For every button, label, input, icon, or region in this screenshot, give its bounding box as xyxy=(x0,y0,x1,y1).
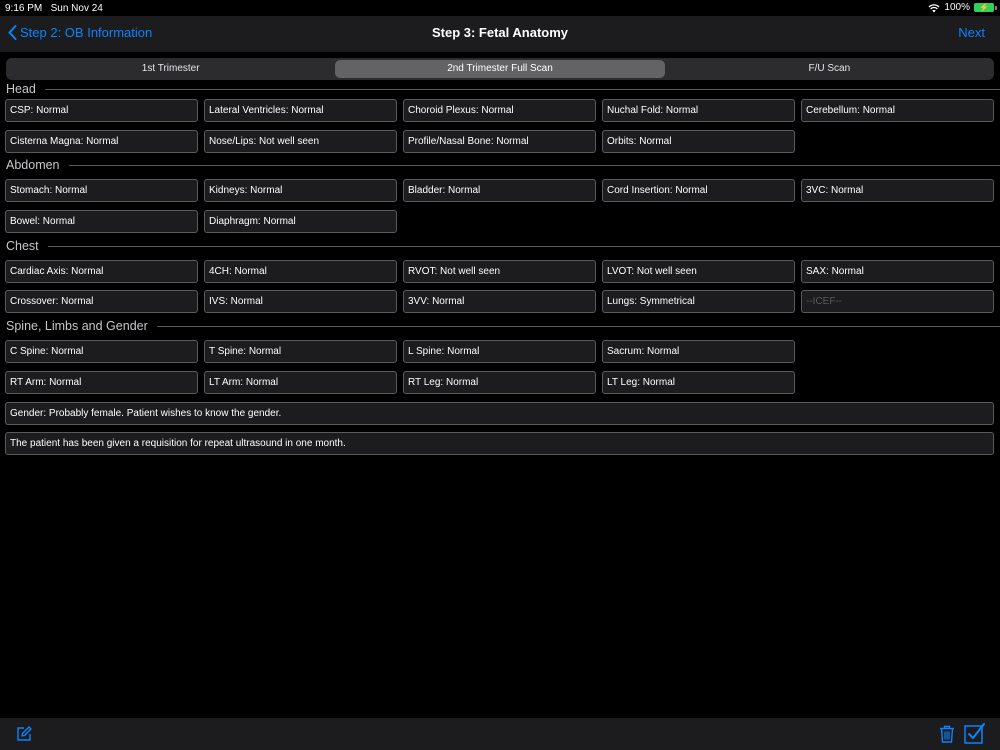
lungs-field[interactable]: Lungs: Symmetrical xyxy=(602,290,795,313)
4ch-field[interactable]: 4CH: Normal xyxy=(204,260,397,283)
section-divider xyxy=(156,325,1000,327)
section-title: Head xyxy=(6,82,36,96)
kidneys-field[interactable]: Kidneys: Normal xyxy=(204,179,397,202)
lt-leg-field[interactable]: LT Leg: Normal xyxy=(602,371,795,394)
crossover-field[interactable]: Crossover: Normal xyxy=(5,290,198,313)
cord-insertion-field[interactable]: Cord Insertion: Normal xyxy=(602,179,795,202)
status-left: 9:16 PM Sun Nov 24 xyxy=(5,3,103,14)
cerebellum-field[interactable]: Cerebellum: Normal xyxy=(801,99,994,122)
stomach-field[interactable]: Stomach: Normal xyxy=(5,179,198,202)
csp-field[interactable]: CSP: Normal xyxy=(5,99,198,122)
3vc-field[interactable]: 3VC: Normal xyxy=(801,179,994,202)
nose-lips-field[interactable]: Nose/Lips: Not well seen xyxy=(204,130,397,153)
ivs-field[interactable]: IVS: Normal xyxy=(204,290,397,313)
section-divider xyxy=(47,245,1000,247)
c-spine-field[interactable]: C Spine: Normal xyxy=(5,340,198,363)
section-title: Chest xyxy=(6,239,39,253)
nuchal-fold-field[interactable]: Nuchal Fold: Normal xyxy=(602,99,795,122)
choroid-plexus-field[interactable]: Choroid Plexus: Normal xyxy=(403,99,596,122)
profile-nasal-bone-field[interactable]: Profile/Nasal Bone: Normal xyxy=(403,130,596,153)
icef-field[interactable]: --ICEF-- xyxy=(801,290,994,313)
rt-leg-field[interactable]: RT Leg: Normal xyxy=(403,371,596,394)
tab-2nd-trimester-full-scan[interactable]: 2nd Trimester Full Scan xyxy=(335,60,665,78)
section-header-head: Head xyxy=(6,81,1000,97)
rvot-field[interactable]: RVOT: Not well seen xyxy=(403,260,596,283)
compose-button[interactable] xyxy=(15,725,33,748)
3vv-field[interactable]: 3VV: Normal xyxy=(403,290,596,313)
l-spine-field[interactable]: L Spine: Normal xyxy=(403,340,596,363)
bottom-toolbar xyxy=(0,718,1000,750)
save-checkbox-button[interactable] xyxy=(964,723,985,749)
next-button[interactable]: Next xyxy=(958,25,985,40)
compose-icon xyxy=(17,726,32,741)
cardiac-axis-field[interactable]: Cardiac Axis: Normal xyxy=(5,260,198,283)
diaphragm-field[interactable]: Diaphragm: Normal xyxy=(204,210,397,233)
orbits-field[interactable]: Orbits: Normal xyxy=(602,130,795,153)
delete-button[interactable] xyxy=(938,724,956,749)
page-title: Step 3: Fetal Anatomy xyxy=(431,25,569,40)
lvot-field[interactable]: LVOT: Not well seen xyxy=(602,260,795,283)
section-divider xyxy=(68,164,1000,166)
lt-arm-field[interactable]: LT Arm: Normal xyxy=(204,371,397,394)
bowel-field[interactable]: Bowel: Normal xyxy=(5,210,198,233)
navigation-bar: Step 2: OB Information Step 3: Fetal Ana… xyxy=(0,16,1000,52)
section-title: Spine, Limbs and Gender xyxy=(6,319,148,333)
comment-field[interactable]: The patient has been given a requisition… xyxy=(5,432,994,455)
gender-field[interactable]: Gender: Probably female. Patient wishes … xyxy=(5,402,994,425)
t-spine-field[interactable]: T Spine: Normal xyxy=(204,340,397,363)
tab-1st-trimester[interactable]: 1st Trimester xyxy=(6,58,335,80)
section-header-abdomen: Abdomen xyxy=(6,157,1000,173)
tab-fu-scan[interactable]: F/U Scan xyxy=(665,58,994,80)
cisterna-magna-field[interactable]: Cisterna Magna: Normal xyxy=(5,130,198,153)
battery-percent: 100% xyxy=(944,2,970,13)
section-header-chest: Chest xyxy=(6,238,1000,254)
section-title: Abdomen xyxy=(6,158,60,172)
status-date: Sun Nov 24 xyxy=(50,3,103,14)
wifi-icon xyxy=(928,3,940,12)
lateral-ventricles-field[interactable]: Lateral Ventricles: Normal xyxy=(204,99,397,122)
battery-icon: ⚡ xyxy=(974,3,997,12)
trimester-segmented-control: 1st Trimester 2nd Trimester Full Scan F/… xyxy=(6,58,994,80)
section-divider xyxy=(44,88,1000,90)
sax-field[interactable]: SAX: Normal xyxy=(801,260,994,283)
trash-icon xyxy=(940,725,954,743)
bladder-field[interactable]: Bladder: Normal xyxy=(403,179,596,202)
status-time: 9:16 PM xyxy=(5,3,43,14)
checkmark-square-icon xyxy=(964,723,985,744)
rt-arm-field[interactable]: RT Arm: Normal xyxy=(5,371,198,394)
sacrum-field[interactable]: Sacrum: Normal xyxy=(602,340,795,363)
status-right: 100% ⚡ xyxy=(928,2,997,13)
section-header-spine-limbs-gender: Spine, Limbs and Gender xyxy=(6,318,1000,334)
status-bar: 9:16 PM Sun Nov 24 100% ⚡ xyxy=(0,0,1000,16)
